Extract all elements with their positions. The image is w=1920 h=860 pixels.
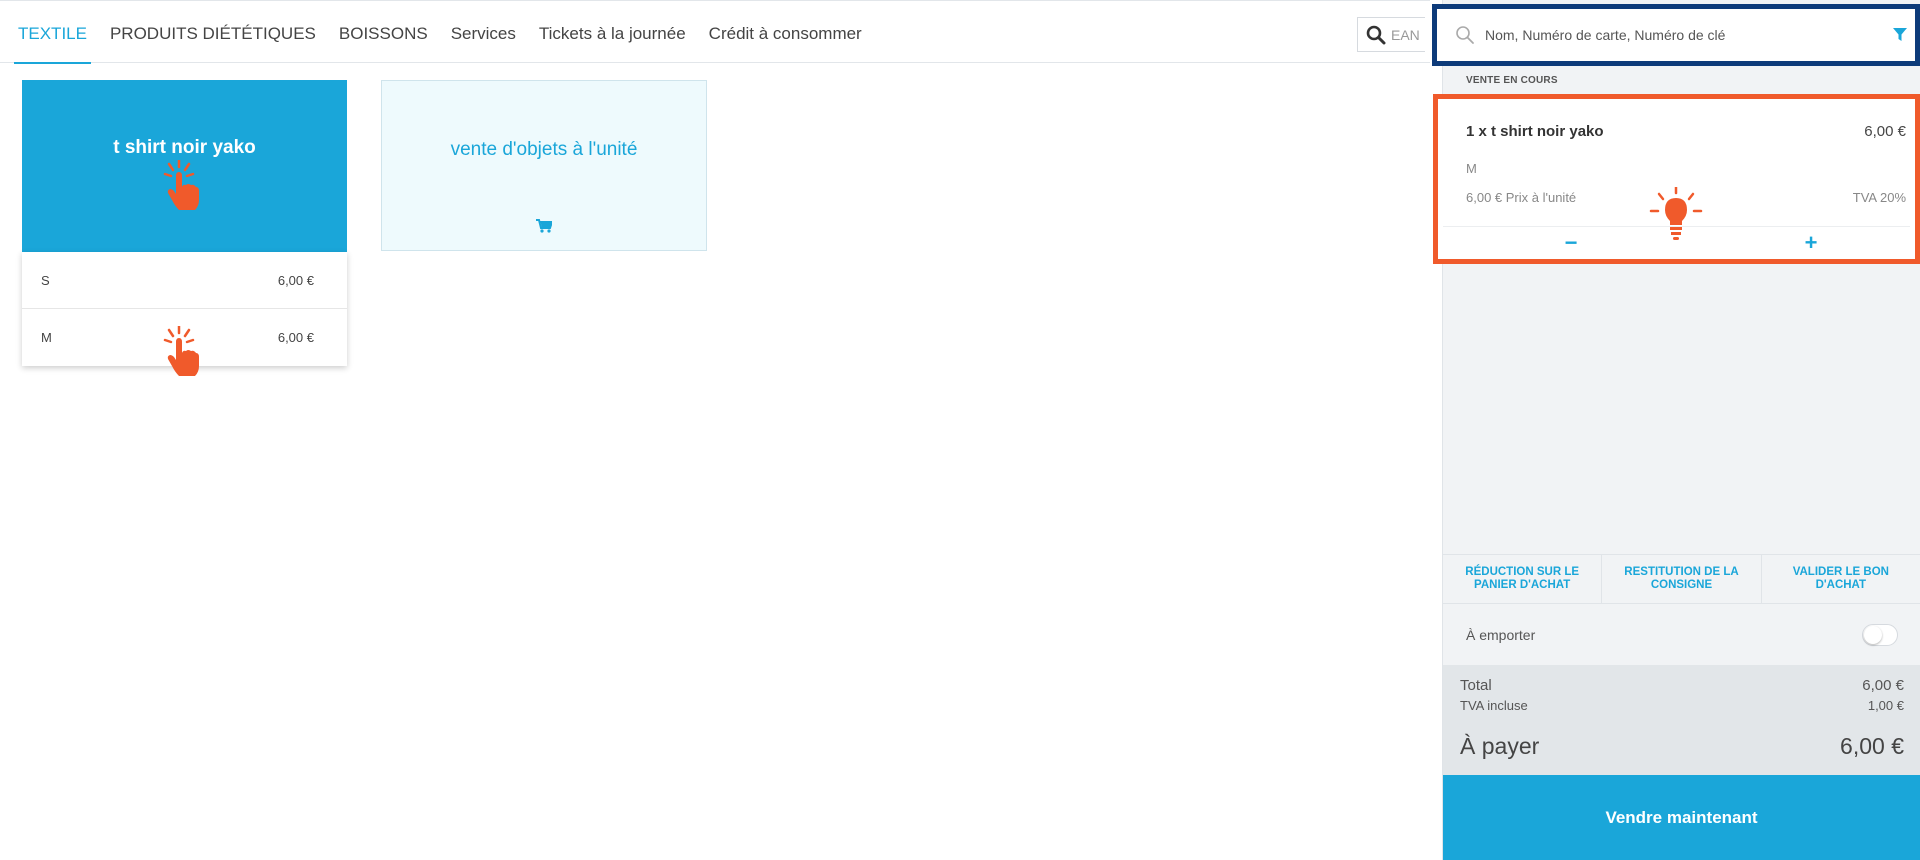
product-name: t shirt noir yako xyxy=(113,137,256,158)
search-icon xyxy=(1366,25,1386,44)
ean-search-box xyxy=(1357,17,1425,52)
cart-item-price: 6,00 € xyxy=(1864,123,1906,140)
total-row: Total 6,00 € xyxy=(1460,677,1904,694)
deposit-refund-button[interactable]: RESTITUTION DE LA CONSIGNE xyxy=(1602,555,1762,603)
tab-credit[interactable]: Crédit à consommer xyxy=(709,1,862,63)
totals-summary: Total 6,00 € TVA incluse 1,00 € À payer … xyxy=(1443,665,1920,775)
cart-item-unit-price: 6,00 € Prix à l'unité xyxy=(1466,190,1577,205)
product-name: vente d'objets à l'unité xyxy=(450,139,638,160)
customer-search-box xyxy=(1432,4,1920,66)
section-label-current-sale: VENTE EN COURS xyxy=(1466,75,1558,86)
tva-label: TVA incluse xyxy=(1460,698,1528,713)
ean-input[interactable] xyxy=(1391,26,1423,43)
tva-value: 1,00 € xyxy=(1867,698,1904,713)
hand-pointer-icon xyxy=(163,160,199,210)
customer-search-input[interactable] xyxy=(1485,27,1885,43)
variant-label: S xyxy=(41,272,50,288)
cart-item-title: 1 x t shirt noir yako xyxy=(1466,123,1604,140)
tab-textile[interactable]: TEXTILE xyxy=(14,1,91,64)
search-icon xyxy=(1456,26,1474,44)
cart-item-tva: TVA 20% xyxy=(1852,190,1906,205)
increase-quantity-button[interactable]: + xyxy=(1791,227,1831,259)
to-pay-row: À payer 6,00 € xyxy=(1460,733,1904,760)
hand-pointer-icon xyxy=(163,326,199,376)
total-label: Total xyxy=(1460,677,1492,694)
product-tile-vente-objets[interactable]: vente d'objets à l'unité xyxy=(381,80,707,251)
filter-icon[interactable] xyxy=(1893,28,1907,42)
variant-price: 6,00 € xyxy=(277,330,314,345)
variant-item-s[interactable]: S 6,00 € xyxy=(22,252,347,309)
cart-line-item: 1 x t shirt noir yako 6,00 € M 6,00 € Pr… xyxy=(1433,94,1920,264)
category-tabs: TEXTILE PRODUITS DIÉTÉTIQUES BOISSONS Se… xyxy=(14,1,885,64)
cart-icon xyxy=(536,219,552,233)
category-nav-bar: TEXTILE PRODUITS DIÉTÉTIQUES BOISSONS Se… xyxy=(0,0,1430,64)
cart-item-variant: M xyxy=(1466,161,1477,176)
variant-price: 6,00 € xyxy=(277,272,314,288)
tab-produits-dietetiques[interactable]: PRODUITS DIÉTÉTIQUES xyxy=(110,1,316,63)
takeaway-toggle[interactable] xyxy=(1862,623,1898,646)
tab-tickets[interactable]: Tickets à la journée xyxy=(539,1,686,63)
validate-voucher-button[interactable]: VALIDER LE BON D'ACHAT xyxy=(1762,555,1920,603)
basket-discount-button[interactable]: RÉDUCTION SUR LE PANIER D'ACHAT xyxy=(1443,555,1603,603)
cart-actions: RÉDUCTION SUR LE PANIER D'ACHAT RESTITUT… xyxy=(1443,554,1920,604)
sell-now-button[interactable]: Vendre maintenant xyxy=(1443,775,1920,860)
lightbulb-icon xyxy=(1649,187,1703,240)
variant-label: M xyxy=(41,330,52,345)
takeaway-row: À emporter xyxy=(1443,604,1920,665)
to-pay-label: À payer xyxy=(1460,733,1540,759)
to-pay-value: 6,00 € xyxy=(1840,733,1904,759)
decrease-quantity-button[interactable]: − xyxy=(1551,227,1591,259)
tab-services[interactable]: Services xyxy=(451,1,516,63)
tva-row: TVA incluse 1,00 € xyxy=(1460,698,1904,713)
takeaway-label: À emporter xyxy=(1466,626,1536,643)
tab-boissons[interactable]: BOISSONS xyxy=(339,1,428,63)
total-value: 6,00 € xyxy=(1862,677,1904,694)
